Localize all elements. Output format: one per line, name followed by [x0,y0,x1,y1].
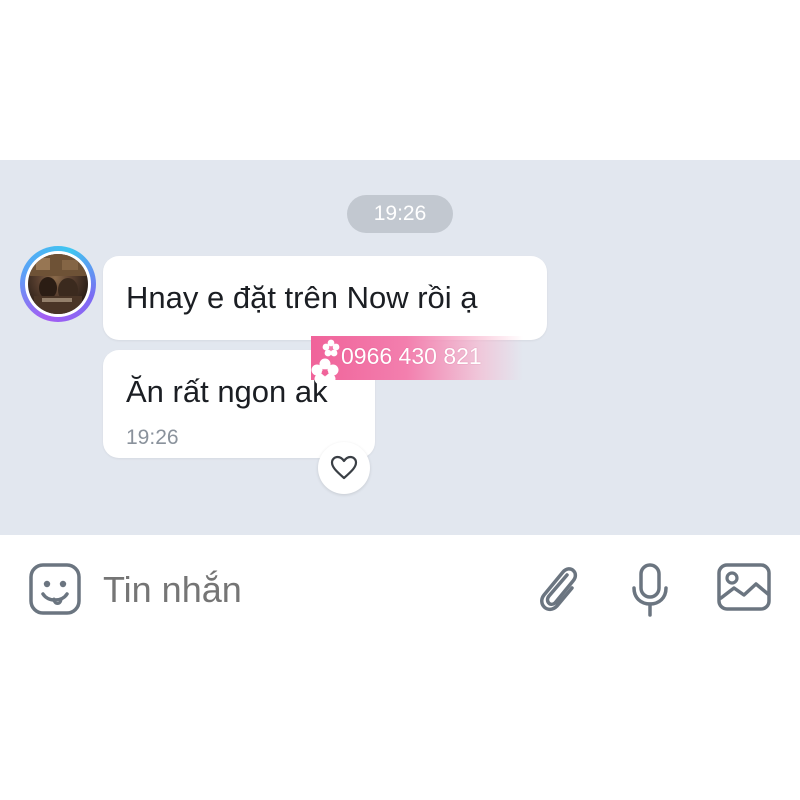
emoji-sticker-icon[interactable] [28,562,82,616]
message-text: Hnay e đặt trên Now rồi ạ [126,280,478,315]
flower-icon [311,358,339,385]
flower-icon [322,339,340,357]
message-input[interactable] [103,569,503,611]
microphone-icon[interactable] [630,562,670,618]
avatar-photo [28,254,88,314]
message-text: Ăn rất ngon ak [126,374,328,409]
image-icon[interactable] [716,562,772,612]
message-bubble-received[interactable]: Hnay e đặt trên Now rồi ạ [103,256,547,340]
paperclip-icon[interactable] [534,563,582,615]
avatar[interactable] [25,251,91,317]
top-blank-area [0,0,800,160]
react-heart-button[interactable] [318,442,370,494]
message-time: 19:26 [126,426,179,449]
bottom-blank-area [0,645,800,800]
heart-icon [330,455,358,480]
watermark-phone-number: 0966 430 821 [341,343,482,369]
timestamp-divider: 19:26 [347,195,453,233]
